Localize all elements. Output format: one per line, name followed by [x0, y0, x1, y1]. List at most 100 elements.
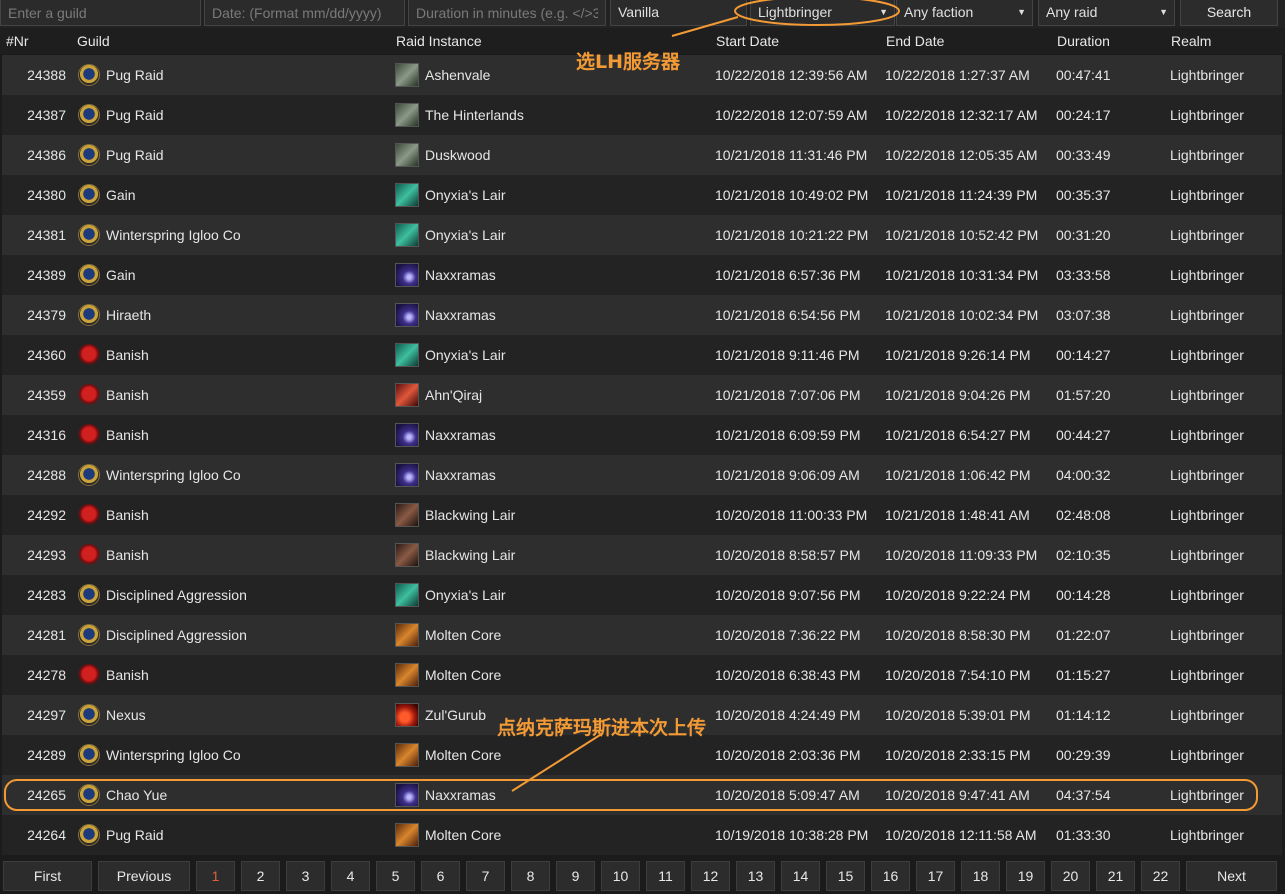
table-row[interactable]: 24289 Winterspring Igloo Co Molten Core 10/…	[2, 735, 1282, 775]
column-header-guild[interactable]: Guild	[77, 33, 110, 49]
end-date: 10/20/2018 8:58:30 PM	[885, 627, 1031, 643]
raid-instance-icon	[395, 703, 419, 727]
expansion-select[interactable]: Vanilla	[610, 0, 747, 26]
table-row[interactable]: 24283 Disciplined Aggression Onyxia's Lair…	[2, 575, 1282, 615]
raid-instance-name: Blackwing Lair	[425, 507, 516, 523]
table-row[interactable]: 24316 Banish Naxxramas 10/21/2018 6:09:59 P…	[2, 415, 1282, 455]
start-date: 10/20/2018 6:38:43 PM	[715, 667, 861, 683]
duration: 02:48:08	[1056, 507, 1111, 523]
raid-select[interactable]: Any raid ▼	[1038, 0, 1175, 26]
raid-instance-name: Onyxia's Lair	[425, 227, 506, 243]
raid-instance-name: Naxxramas	[425, 307, 496, 323]
page-6-button[interactable]: 6	[421, 861, 460, 891]
end-date: 10/20/2018 5:39:01 PM	[885, 707, 1031, 723]
guild-name: Disciplined Aggression	[106, 627, 247, 643]
search-button[interactable]: Search	[1180, 0, 1278, 26]
first-page-button[interactable]: First	[3, 861, 92, 891]
row-number: 24289	[27, 747, 66, 763]
alliance-faction-icon	[78, 64, 100, 86]
date-filter-input[interactable]	[204, 0, 405, 26]
table-row[interactable]: 24360 Banish Onyxia's Lair 10/21/2018 9:11:…	[2, 335, 1282, 375]
page-17-button[interactable]: 17	[916, 861, 955, 891]
duration: 01:14:12	[1056, 707, 1111, 723]
raid-value: Any raid	[1046, 4, 1098, 20]
table-row[interactable]: 24380 Gain Onyxia's Lair 10/21/2018 10:49:0…	[2, 175, 1282, 215]
column-header-raid[interactable]: Raid Instance	[396, 33, 482, 49]
faction-select[interactable]: Any faction ▼	[896, 0, 1033, 26]
page-8-button[interactable]: 8	[511, 861, 550, 891]
next-page-button[interactable]: Next	[1186, 861, 1277, 891]
table-row[interactable]: 24265 Chao Yue Naxxramas 10/20/2018 5:09:47…	[2, 775, 1282, 815]
row-number: 24281	[27, 627, 66, 643]
start-date: 10/21/2018 6:54:56 PM	[715, 307, 861, 323]
column-header-nr[interactable]: #Nr	[6, 33, 29, 49]
table-row[interactable]: 24288 Winterspring Igloo Co Naxxramas 10/21…	[2, 455, 1282, 495]
duration: 01:22:07	[1056, 627, 1111, 643]
duration: 00:24:17	[1056, 107, 1111, 123]
realm-name: Lightbringer	[1170, 227, 1244, 243]
previous-page-button[interactable]: Previous	[98, 861, 190, 891]
table-row[interactable]: 24281 Disciplined Aggression Molten Core 10…	[2, 615, 1282, 655]
row-number: 24387	[27, 107, 66, 123]
guild-name: Disciplined Aggression	[106, 587, 247, 603]
alliance-faction-icon	[78, 784, 100, 806]
table-row[interactable]: 24389 Gain Naxxramas 10/21/2018 6:57:36 PM 1…	[2, 255, 1282, 295]
row-number: 24359	[27, 387, 66, 403]
column-header-duration[interactable]: Duration	[1057, 33, 1110, 49]
end-date: 10/21/2018 10:52:42 PM	[885, 227, 1039, 243]
page-5-button[interactable]: 5	[376, 861, 415, 891]
page-7-button[interactable]: 7	[466, 861, 505, 891]
alliance-emblem	[78, 704, 100, 726]
realm-select[interactable]: Lightbringer ▼	[750, 0, 895, 26]
raid-instance-icon	[395, 623, 419, 647]
raid-instance-icon	[395, 63, 419, 87]
page-18-button[interactable]: 18	[961, 861, 1000, 891]
table-row[interactable]: 24264 Pug Raid Molten Core 10/19/2018 10:38…	[2, 815, 1282, 855]
raid-instance-icon	[395, 743, 419, 767]
alliance-emblem	[78, 64, 100, 86]
page-16-button[interactable]: 16	[871, 861, 910, 891]
duration: 04:00:32	[1056, 467, 1111, 483]
start-date: 10/21/2018 6:57:36 PM	[715, 267, 861, 283]
duration: 00:14:27	[1056, 347, 1111, 363]
alliance-faction-icon	[78, 264, 100, 286]
table-row[interactable]: 24386 Pug Raid Duskwood 10/21/2018 11:31:46…	[2, 135, 1282, 175]
column-header-end[interactable]: End Date	[886, 33, 944, 49]
horde-faction-icon	[78, 344, 100, 366]
table-row[interactable]: 24292 Banish Blackwing Lair 10/20/2018 11:0…	[2, 495, 1282, 535]
page-20-button[interactable]: 20	[1051, 861, 1090, 891]
start-date: 10/21/2018 10:21:22 PM	[715, 227, 869, 243]
table-row[interactable]: 24379 Hiraeth Naxxramas 10/21/2018 6:54:56 …	[2, 295, 1282, 335]
page-13-button[interactable]: 13	[736, 861, 775, 891]
column-header-realm[interactable]: Realm	[1171, 33, 1211, 49]
page-4-button[interactable]: 4	[331, 861, 370, 891]
page-11-button[interactable]: 11	[646, 861, 685, 891]
raid-instance-icon	[395, 423, 419, 447]
page-3-button[interactable]: 3	[286, 861, 325, 891]
alliance-faction-icon	[78, 104, 100, 126]
guild-search-input[interactable]	[0, 0, 201, 26]
page-1-button[interactable]: 1	[196, 861, 235, 891]
row-number: 24379	[27, 307, 66, 323]
page-21-button[interactable]: 21	[1096, 861, 1135, 891]
duration-filter-input[interactable]	[408, 0, 606, 26]
raid-instance-name: Molten Core	[425, 827, 502, 843]
alliance-faction-icon	[78, 624, 100, 646]
table-row[interactable]: 24359 Banish Ahn'Qiraj 10/21/2018 7:07:06 P…	[2, 375, 1282, 415]
realm-name: Lightbringer	[1170, 787, 1244, 803]
column-header-start[interactable]: Start Date	[716, 33, 779, 49]
end-date: 10/20/2018 9:47:41 AM	[885, 787, 1030, 803]
page-10-button[interactable]: 10	[601, 861, 640, 891]
table-row[interactable]: 24387 Pug Raid The Hinterlands 10/22/2018 1…	[2, 95, 1282, 135]
table-row[interactable]: 24381 Winterspring Igloo Co Onyxia's Lair 1…	[2, 215, 1282, 255]
page-19-button[interactable]: 19	[1006, 861, 1045, 891]
page-14-button[interactable]: 14	[781, 861, 820, 891]
table-row[interactable]: 24293 Banish Blackwing Lair 10/20/2018 8:58…	[2, 535, 1282, 575]
page-22-button[interactable]: 22	[1141, 861, 1180, 891]
page-12-button[interactable]: 12	[691, 861, 730, 891]
page-2-button[interactable]: 2	[241, 861, 280, 891]
page-9-button[interactable]: 9	[556, 861, 595, 891]
realm-name: Lightbringer	[1170, 587, 1244, 603]
page-15-button[interactable]: 15	[826, 861, 865, 891]
table-row[interactable]: 24278 Banish Molten Core 10/20/2018 6:38:43…	[2, 655, 1282, 695]
